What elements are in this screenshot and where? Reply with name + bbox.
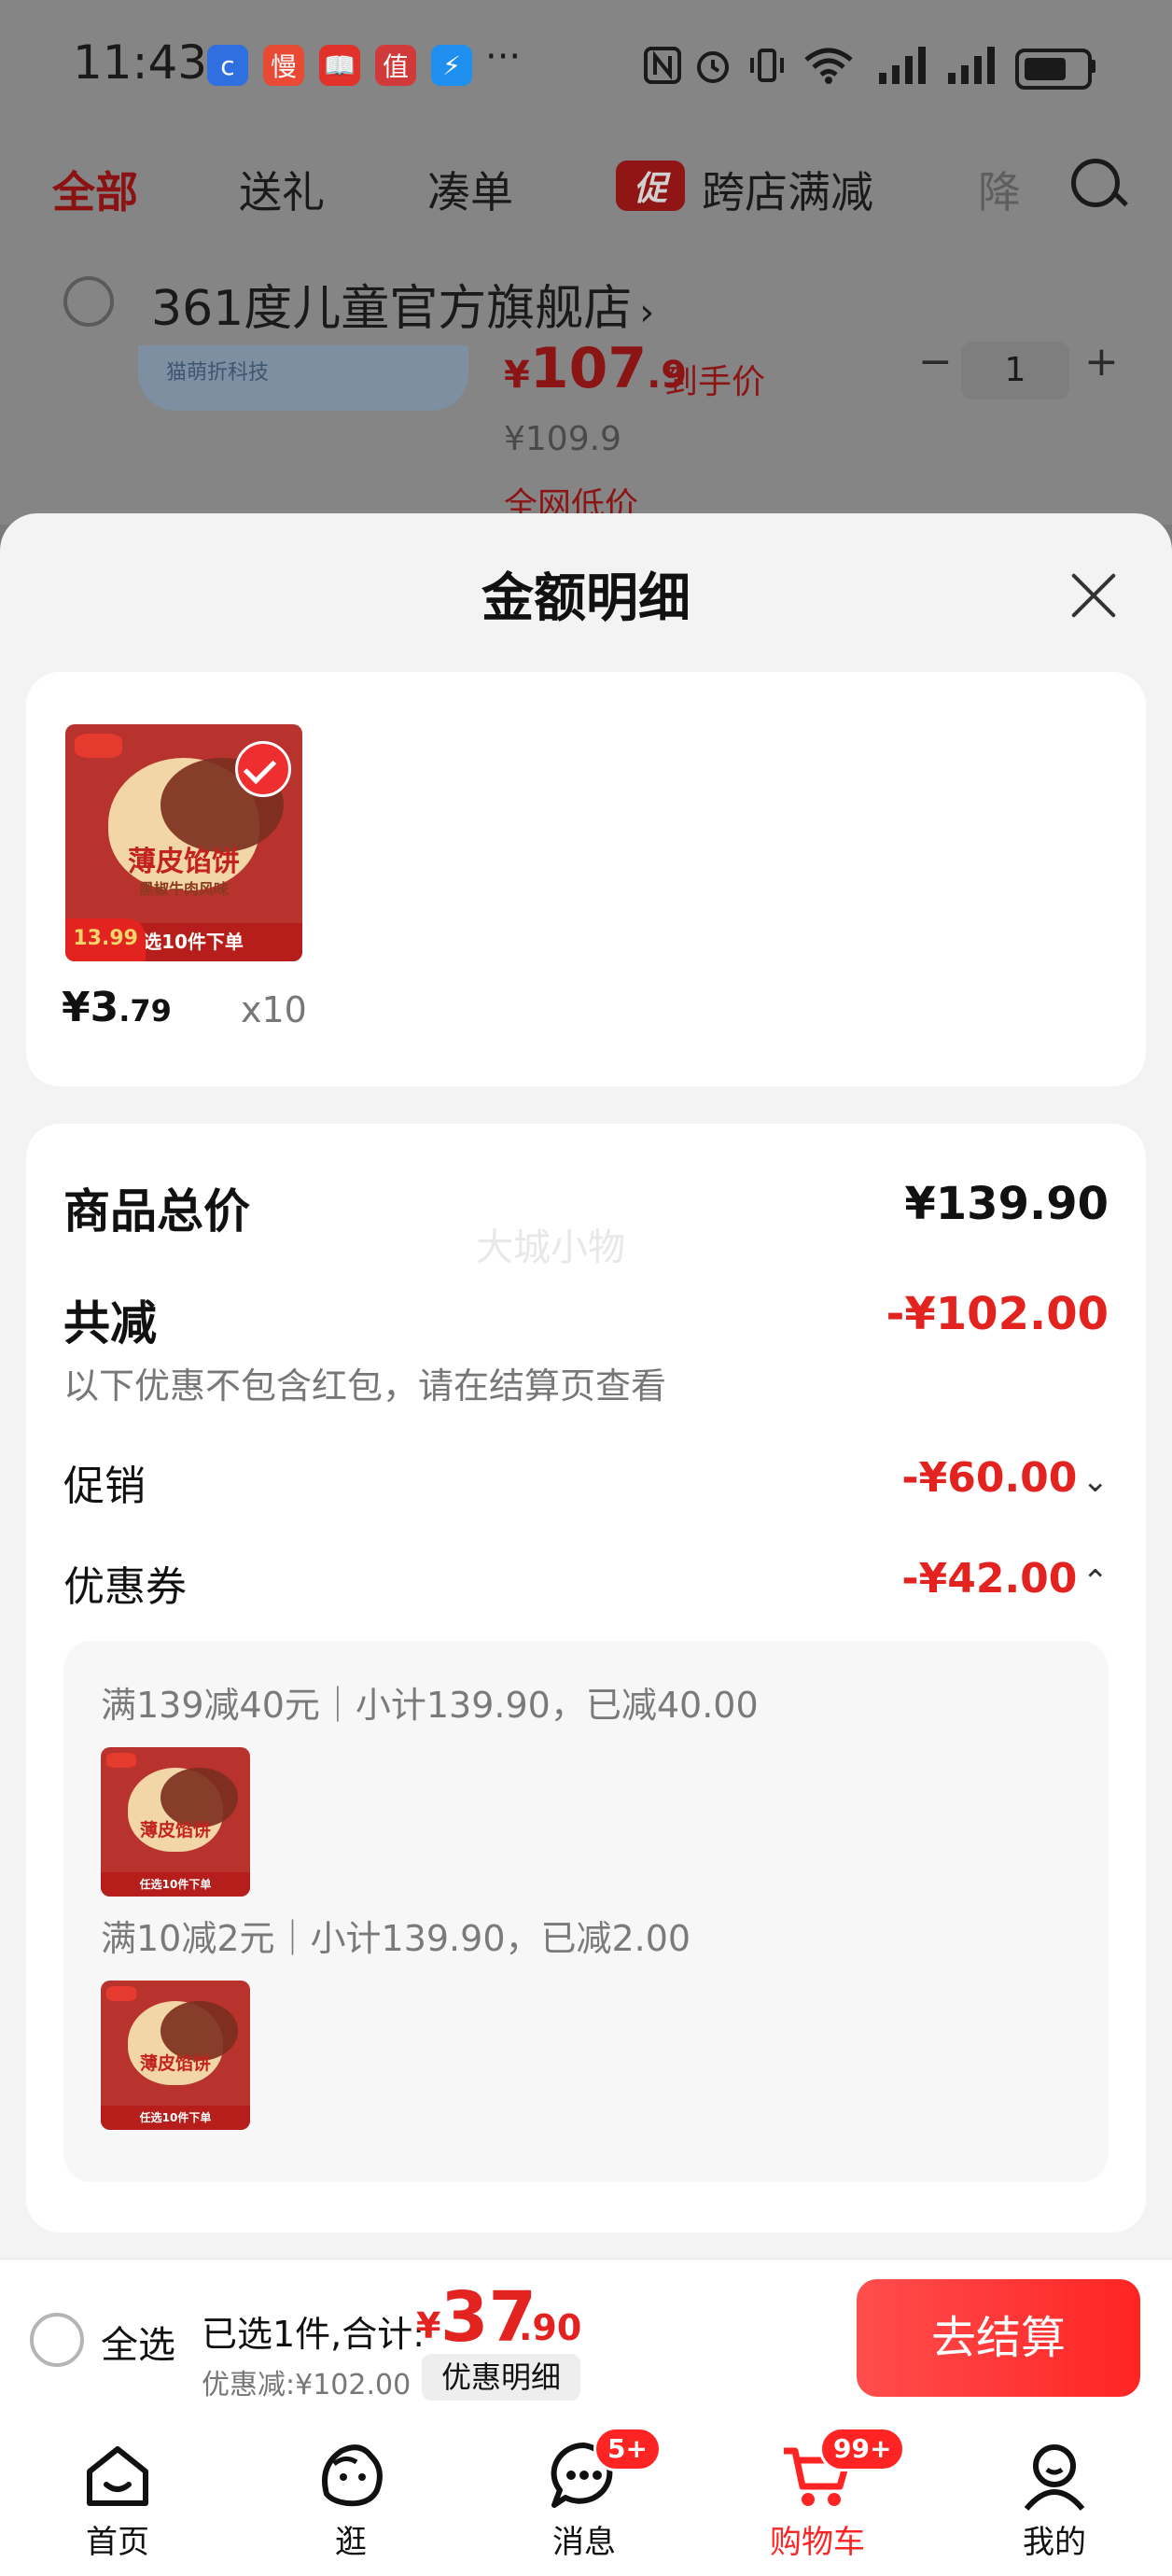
notification-app-icon: c [207, 45, 248, 86]
tab-price-drop[interactable]: 降 [978, 159, 1021, 220]
coupon-rule: 满10减2元｜小计139.90，已减2.00 [101, 1918, 691, 1959]
quantity-field[interactable]: 1 [961, 342, 1069, 399]
price-label: 到手价 [664, 363, 766, 401]
more-notifications-icon: ··· [485, 35, 522, 78]
alarm-icon [692, 45, 733, 86]
nav-label: 我的 [1023, 2524, 1086, 2561]
cart-badge: 99+ [819, 2427, 906, 2471]
coupon-product-thumbnail: 薄皮馅饼 任选10件下单 [101, 1981, 250, 2130]
home-icon [87, 2446, 148, 2506]
promotion-value: -¥60.00 [901, 1454, 1078, 1502]
nfc-icon [642, 45, 683, 86]
selected-count-text: 已选1件,合计: [202, 2314, 426, 2355]
product-price: ¥107.9 [504, 336, 688, 401]
watermark: 大城小物 [476, 1226, 625, 1269]
chevron-up-icon: ⌃ [1081, 1563, 1109, 1601]
signal-icon [946, 45, 998, 86]
promo-badge-icon: 促 [616, 161, 685, 211]
total-price-value: ¥139.90 [904, 1178, 1109, 1230]
wifi-icon [802, 45, 855, 86]
nav-item-cart[interactable]: 99+ 购物车 [733, 2427, 906, 2570]
coupon-row-toggle[interactable]: -¥42.00 ⌃ [840, 1555, 1109, 1603]
vibrate-icon [746, 45, 788, 86]
nav-item-profile[interactable]: 我的 [970, 2430, 1138, 2570]
coupon-rule: 满139减40元｜小计139.90，已减40.00 [101, 1685, 759, 1726]
signal-icon [877, 45, 929, 86]
chevron-down-icon: ⌄ [1081, 1463, 1109, 1500]
message-badge: 5+ [593, 2427, 662, 2471]
nav-item-home[interactable]: 首页 [34, 2430, 202, 2570]
tab-cross-store-discount[interactable]: 跨店满减 [702, 159, 873, 220]
discount-summary: 优惠减:¥102.00 [202, 2369, 412, 2401]
checkout-button[interactable]: 去结算 [857, 2279, 1140, 2397]
status-time: 11:43 [73, 35, 208, 90]
tab-all[interactable]: 全部 [52, 159, 138, 220]
nav-label: 购物车 [770, 2524, 865, 2561]
store-name[interactable]: 361度儿童官方旗舰店 › [151, 269, 654, 339]
profile-icon [1024, 2444, 1085, 2511]
promotion-row-toggle[interactable]: -¥60.00 ⌄ [840, 1454, 1109, 1502]
nav-label: 消息 [552, 2524, 616, 2561]
search-icon[interactable] [1071, 159, 1120, 207]
notification-app-icon: 📖 [319, 45, 360, 86]
tab-gift[interactable]: 送礼 [239, 159, 325, 220]
selected-check-icon [235, 741, 291, 797]
select-all-radio[interactable] [30, 2313, 84, 2367]
coupon-value: -¥42.00 [901, 1555, 1078, 1603]
total-reduced-value: -¥102.00 [886, 1288, 1109, 1340]
nav-label: 逛 [335, 2524, 367, 2561]
nav-item-messages[interactable]: 5+ 消息 [500, 2427, 668, 2570]
notification-app-icon: 值 [375, 45, 416, 86]
total-amount-decimal: .90 [519, 2307, 582, 2348]
increase-qty-button[interactable]: + [1084, 338, 1119, 385]
unit-price: ¥3.79 [62, 984, 172, 1031]
product-quantity: x10 [241, 989, 307, 1030]
battery-icon [1015, 49, 1092, 90]
chevron-right-icon: › [639, 291, 655, 334]
battery-tip [1090, 60, 1095, 73]
reduced-hint: 以下优惠不包含红包，请在结算页查看 [63, 1365, 667, 1407]
decrease-qty-button[interactable]: − [918, 338, 953, 385]
notification-app-icon: 慢 [263, 45, 304, 86]
total-reduced-label: 共减 [63, 1296, 157, 1351]
close-icon[interactable] [1064, 566, 1123, 625]
total-price-label: 商品总价 [63, 1184, 250, 1239]
notification-app-icon: ⚡ [431, 45, 472, 86]
total-currency: ¥ [416, 2305, 441, 2346]
nav-item-browse[interactable]: 逛 [267, 2430, 435, 2570]
select-all-label[interactable]: 全选 [101, 2315, 175, 2369]
sheet-title: 金额明细 [481, 568, 691, 629]
discount-detail-button[interactable]: 优惠明细 [422, 2354, 580, 2401]
coupon-product-thumbnail: 薄皮馅饼 任选10件下单 [101, 1747, 250, 1897]
browse-icon [322, 2444, 383, 2507]
store-select-radio[interactable] [63, 276, 114, 327]
original-price: ¥109.9 [504, 420, 621, 458]
product-image[interactable]: 猫萌折科技 [138, 345, 468, 411]
nav-label: 首页 [86, 2524, 149, 2561]
tab-bundle[interactable]: 凑单 [427, 159, 513, 220]
coupon-label: 优惠券 [63, 1563, 187, 1611]
promotion-label: 促销 [63, 1463, 146, 1510]
